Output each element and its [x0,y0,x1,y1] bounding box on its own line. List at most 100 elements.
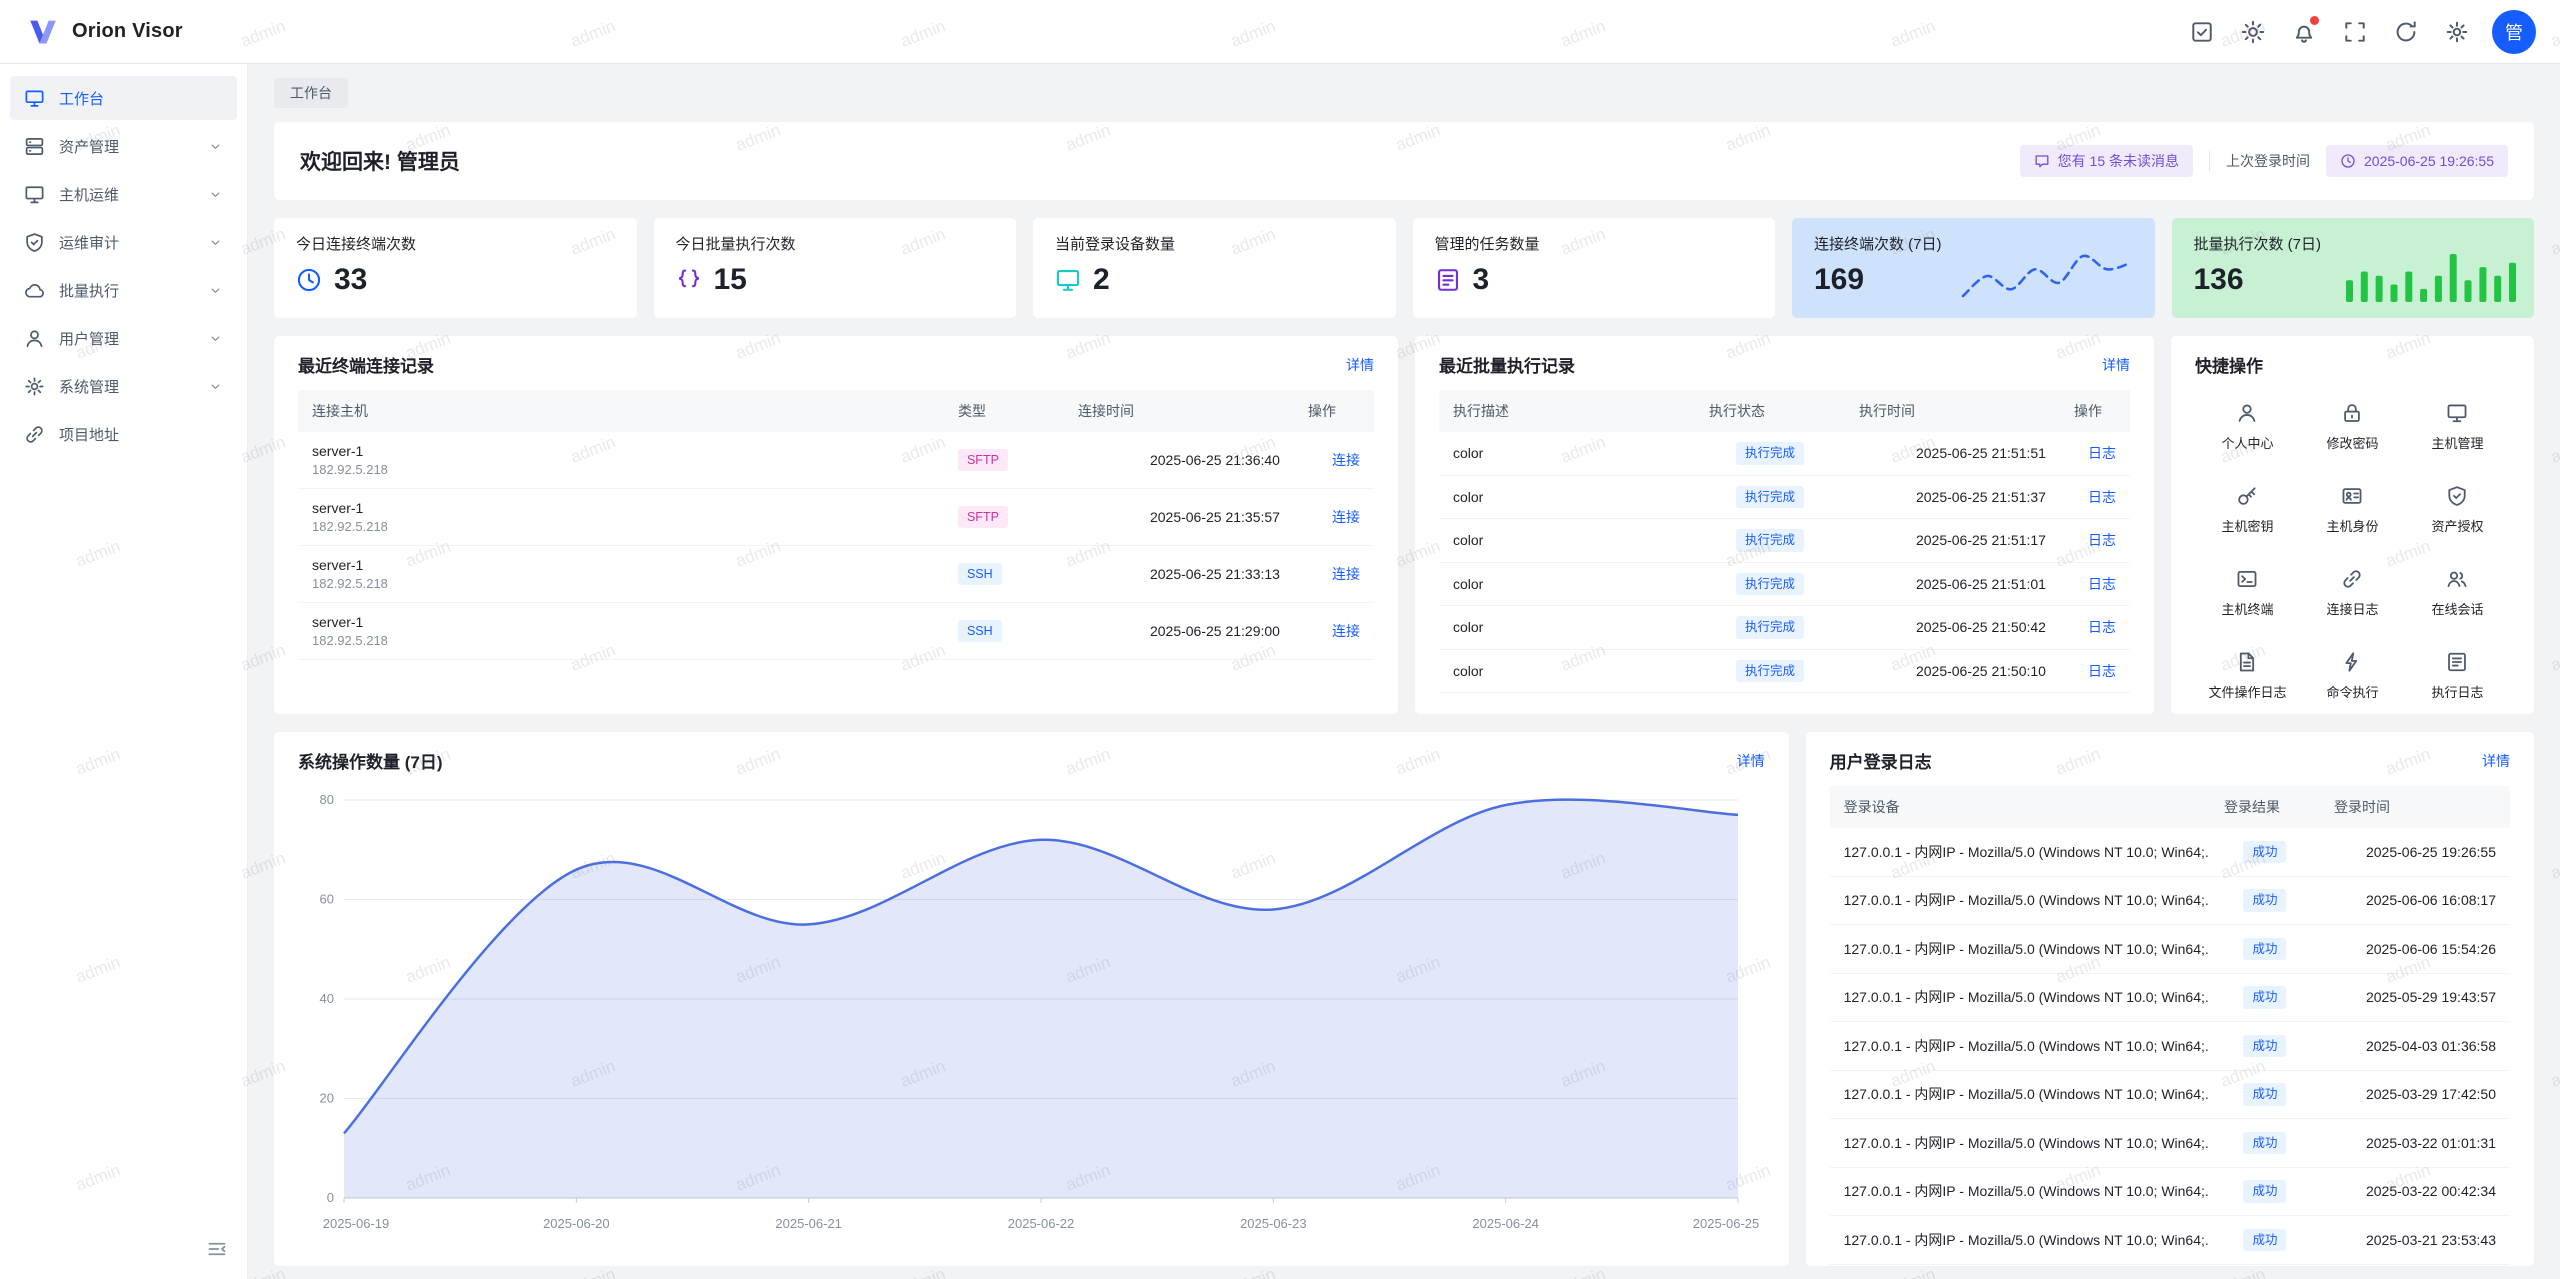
stat-label: 今日批量执行次数 [676,233,995,254]
col-login-result: 登录结果 [2210,786,2320,828]
stat-value: 33 [334,263,367,296]
quick-action-label: 连接日志 [2326,599,2378,618]
quick-action-host-terminal[interactable]: 主机终端 [2195,568,2300,618]
svg-text:2025-06-24: 2025-06-24 [1472,1216,1539,1231]
batch-execution-row: color执行完成2025-06-25 21:51:01日志 [1439,562,2130,606]
log-link[interactable]: 日志 [2088,489,2116,505]
svg-text:2025-06-23: 2025-06-23 [1240,1216,1307,1231]
app-logo[interactable]: Orion Visor [26,15,183,49]
execution-description: color [1439,475,1695,519]
refresh-button[interactable] [2385,11,2427,53]
workbench-icon [24,88,45,109]
breadcrumb[interactable]: 工作台 [274,78,348,108]
message-icon [2034,153,2050,169]
divider [2209,151,2210,171]
col-connect-time: 连接时间 [1064,390,1294,432]
login-device: 127.0.0.1 - 内网IP - Mozilla/5.0 (Windows … [1830,828,2210,876]
quick-action-host-management[interactable]: 主机管理 [2405,402,2510,452]
login-log-row: 127.0.0.1 - 内网IP - Mozilla/5.0 (Windows … [1830,973,2510,1022]
sidebar-item-user-management[interactable]: 用户管理 [10,316,237,360]
login-result-badge: 成功 [2243,889,2286,912]
sidebar-collapse-button[interactable] [199,1231,235,1267]
login-time: 2025-03-29 17:42:50 [2320,1070,2510,1119]
log-link[interactable]: 日志 [2088,619,2116,635]
user-avatar[interactable]: 管 [2492,10,2536,54]
quick-action-label: 执行日志 [2431,682,2483,701]
host-name: server-1 [312,443,930,459]
chevron-down-icon [208,283,223,298]
sidebar-item-host-operations[interactable]: 主机运维 [10,172,237,216]
execution-description: color [1439,432,1695,475]
clock-icon [296,267,322,293]
terminal-connection-row: server-1182.92.5.218SFTP2025-06-25 21:35… [298,489,1374,546]
host-ip: 182.92.5.218 [312,576,930,591]
execution-description: color [1439,606,1695,650]
last-login-label: 上次登录时间 [2226,151,2310,171]
connect-link[interactable]: 连接 [1332,623,1360,639]
theme-toggle-button[interactable] [2232,11,2274,53]
sidebar-item-batch-execution[interactable]: 批量执行 [10,268,237,312]
log-link[interactable]: 日志 [2088,576,2116,592]
login-details-link[interactable]: 详情 [2482,751,2510,771]
login-logs-table: 登录设备 登录结果 登录时间 127.0.0.1 - 内网IP - Mozill… [1830,786,2510,1265]
welcome-title: 欢迎回来! 管理员 [300,146,460,176]
message-center-button[interactable] [2181,11,2223,53]
quick-action-execution-log[interactable]: 执行日志 [2405,651,2510,701]
unread-messages-badge[interactable]: 您有 15 条未读消息 [2020,145,2193,177]
sidebar-item-system-management[interactable]: 系统管理 [10,364,237,408]
monitor-icon [24,184,45,205]
quick-action-file-operation-log[interactable]: 文件操作日志 [2195,651,2300,701]
quick-action-label: 文件操作日志 [2208,682,2286,701]
fullscreen-button[interactable] [2334,11,2376,53]
quick-action-host-identity[interactable]: 主机身份 [2300,485,2405,535]
sidebar-item-label: 工作台 [59,88,223,109]
loglist-icon [2446,651,2468,673]
svg-text:2025-06-20: 2025-06-20 [543,1216,610,1231]
sidebar-item-asset-management[interactable]: 资产管理 [10,124,237,168]
col-type: 类型 [944,390,1064,432]
execution-time: 2025-06-25 21:50:42 [1845,606,2060,650]
notifications-button[interactable] [2283,11,2325,53]
stat-card-1: 今日批量执行次数15 [654,218,1017,318]
connection-type-badge: SFTP [958,449,1008,472]
login-device: 127.0.0.1 - 内网IP - Mozilla/5.0 (Windows … [1830,1119,2210,1168]
chevron-down-icon [208,139,223,154]
chevron-down-icon [208,235,223,250]
topbar-tools [2181,11,2478,53]
quick-action-host-keys[interactable]: 主机密钥 [2195,485,2300,535]
quick-action-asset-authorization[interactable]: 资产授权 [2405,485,2510,535]
terminal-details-link[interactable]: 详情 [1346,355,1374,375]
sidebar-item-workbench[interactable]: 工作台 [10,76,237,120]
batch-details-link[interactable]: 详情 [2102,355,2130,375]
quick-action-change-password[interactable]: 修改密码 [2300,402,2405,452]
log-link[interactable]: 日志 [2088,445,2116,461]
quick-action-command-execution[interactable]: 命令执行 [2300,651,2405,701]
login-device: 127.0.0.1 - 内网IP - Mozilla/5.0 (Windows … [1830,1022,2210,1071]
quick-action-connection-log[interactable]: 连接日志 [2300,568,2405,618]
connect-link[interactable]: 连接 [1332,566,1360,582]
connect-link[interactable]: 连接 [1332,452,1360,468]
log-link[interactable]: 日志 [2088,532,2116,548]
batch-executions-table: 执行描述 执行状态 执行时间 操作 color执行完成2025-06-25 21… [1439,390,2130,693]
svg-text:20: 20 [320,1091,334,1106]
terminal-panel-title: 最近终端连接记录 [298,352,434,377]
refresh-icon [2394,20,2418,44]
settings-button[interactable] [2436,11,2478,53]
chart-details-link[interactable]: 详情 [1737,751,1765,771]
connect-link[interactable]: 连接 [1332,509,1360,525]
quick-actions-panel: 快捷操作 个人中心修改密码主机管理主机密钥主机身份资产授权主机终端连接日志在线会… [2171,336,2534,714]
settings-icon [2445,20,2469,44]
link-icon [24,424,45,445]
stat-label: 管理的任务数量 [1435,233,1754,254]
quick-action-online-sessions[interactable]: 在线会话 [2405,568,2510,618]
chevron-down-icon [208,379,223,394]
log-link[interactable]: 日志 [2088,663,2116,679]
quick-action-personal-center[interactable]: 个人中心 [2195,402,2300,452]
col-action: 操作 [1294,390,1374,432]
sidebar-item-project-link[interactable]: 项目地址 [10,412,237,456]
sidebar-item-label: 主机运维 [59,184,194,205]
terminal-connection-row: server-1182.92.5.218SFTP2025-06-25 21:36… [298,432,1374,489]
login-result-badge: 成功 [2243,986,2286,1009]
sidebar-item-ops-audit[interactable]: 运维审计 [10,220,237,264]
col-exec-status: 执行状态 [1695,390,1845,432]
